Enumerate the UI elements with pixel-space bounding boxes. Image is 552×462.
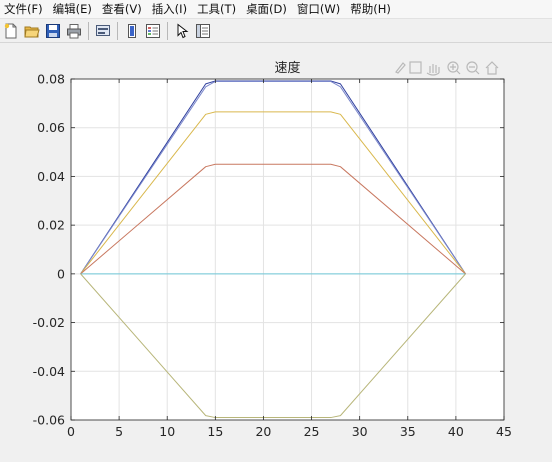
menu-insert[interactable]: 插入(I) (147, 1, 192, 17)
line-chart: 0 5 10 15 20 25 30 35 40 45 -0.06 -0.04 -0.02 0 0.02 0.… (33, 60, 512, 439)
figure-canvas: 0 5 10 15 20 25 30 35 40 45 -0.06 -0.04 -0.02 0 0.02 0.… (0, 44, 552, 458)
print-icon[interactable] (64, 21, 84, 41)
menu-tools[interactable]: 工具(T) (192, 1, 241, 17)
toolbar-separator (88, 21, 89, 40)
x-tick-label: 25 (304, 424, 320, 439)
x-tick-label: 15 (207, 424, 223, 439)
edit-plot-arrow-icon[interactable] (172, 21, 192, 41)
x-tick-label: 5 (115, 424, 123, 439)
y-tick-label: 0.02 (37, 218, 65, 233)
x-tick-label: 20 (255, 424, 271, 439)
y-tick-label: -0.06 (33, 413, 65, 428)
restore-view-home-icon[interactable] (485, 61, 499, 75)
insert-colorbar-icon[interactable] (122, 21, 142, 41)
new-figure-icon[interactable] (1, 21, 21, 41)
toolbar-separator (167, 21, 168, 40)
chart-title: 速度 (274, 60, 300, 76)
y-tick-label: 0 (57, 266, 65, 281)
plot-area (71, 79, 504, 420)
y-tick-label: 0.08 (37, 72, 65, 87)
x-tick-label: 35 (400, 424, 416, 439)
menu-desktop[interactable]: 桌面(D) (241, 1, 292, 17)
figure-toolbar (0, 19, 552, 43)
menu-file[interactable]: 文件(F) (0, 1, 48, 17)
pan-hand-icon[interactable] (426, 64, 440, 76)
menu-help[interactable]: 帮助(H) (345, 1, 396, 17)
x-tick-label: 10 (159, 424, 175, 439)
toolbar-separator (117, 21, 118, 40)
property-inspector-icon[interactable] (193, 21, 213, 41)
brush-icon[interactable] (395, 62, 406, 74)
data-tips-icon[interactable] (409, 61, 422, 74)
open-file-icon[interactable] (22, 21, 42, 41)
save-icon[interactable] (43, 21, 63, 41)
x-tick-label: 30 (352, 424, 368, 439)
zoom-in-glyph (450, 64, 461, 75)
menu-bar: 文件(F) 编辑(E) 查看(V) 插入(I) 工具(T) 桌面(D) 窗口(W… (0, 0, 552, 19)
x-tick-label: 0 (67, 424, 75, 439)
menu-view[interactable]: 查看(V) (97, 1, 147, 17)
y-tick-label: -0.02 (33, 315, 65, 330)
x-tick-label: 45 (496, 424, 512, 439)
y-tick-label: 0.04 (37, 169, 65, 184)
link-plot-icon[interactable] (93, 21, 113, 41)
x-tick-label: 40 (448, 424, 464, 439)
y-tick-label: -0.04 (33, 364, 65, 379)
menu-window[interactable]: 窗口(W) (292, 1, 345, 17)
menu-edit[interactable]: 编辑(E) (48, 1, 97, 17)
insert-legend-icon[interactable] (143, 21, 163, 41)
y-tick-label: 0.06 (37, 120, 65, 135)
